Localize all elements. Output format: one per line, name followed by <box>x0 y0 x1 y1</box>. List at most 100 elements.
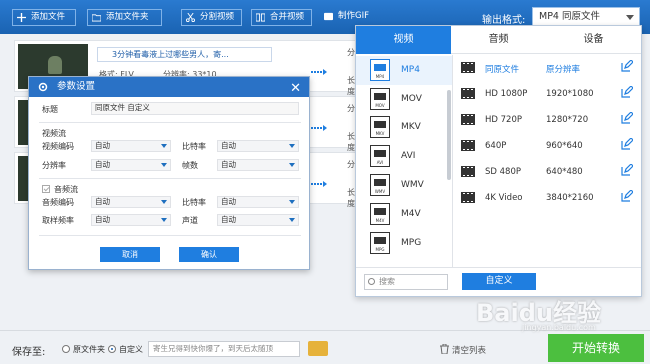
clear-list-label: 清空列表 <box>452 346 487 356</box>
make-gif-button[interactable]: 制作GIF <box>320 9 384 26</box>
format-name: M4V <box>401 209 421 219</box>
fps-label: 帧数 <box>182 161 198 170</box>
edit-icon[interactable] <box>621 112 633 124</box>
mkv-file-icon: MKV <box>370 116 390 138</box>
film-icon <box>461 192 475 203</box>
gif-icon <box>324 12 333 21</box>
confirm-button[interactable]: 确认 <box>179 247 239 262</box>
format-item-m4v[interactable]: M4V M4V <box>356 200 452 229</box>
video-stream-heading: 视频流 <box>42 129 66 138</box>
fps-value: 自动 <box>221 160 236 169</box>
channel-value: 自动 <box>221 215 236 224</box>
merge-icon <box>256 13 265 22</box>
film-icon <box>461 166 475 177</box>
save-path-input[interactable]: 寄生兄得到快你爆了，到天后太随顶 <box>148 341 300 357</box>
folder-icon[interactable] <box>308 341 328 356</box>
title-input[interactable]: 同原文件 自定义 <box>91 102 299 115</box>
format-name: MKV <box>401 122 421 132</box>
edit-icon[interactable] <box>621 86 633 98</box>
video-codec-value: 自动 <box>95 141 110 150</box>
sample-rate-select[interactable]: 自动 <box>91 214 171 226</box>
audio-stream-checkbox[interactable] <box>42 185 50 193</box>
format-item-avi[interactable]: AVI AVI <box>356 142 452 171</box>
clear-list-button[interactable]: 清空列表 <box>440 344 486 356</box>
mov-file-icon: MOV <box>370 88 390 110</box>
output-format-value: MP4 同原文件 <box>539 11 600 22</box>
add-folder-button[interactable]: 添加文件夹 <box>87 9 162 26</box>
edit-icon[interactable] <box>621 190 633 202</box>
resolution-item[interactable]: 640P 960*640 <box>461 134 636 160</box>
edit-icon[interactable] <box>621 138 633 150</box>
video-codec-label: 视频编码 <box>42 142 74 151</box>
make-gif-label: 制作GIF <box>338 11 369 21</box>
tab-audio[interactable]: 音频 <box>451 26 546 54</box>
audio-codec-select[interactable]: 自动 <box>91 196 171 208</box>
resolution-item[interactable]: 4K Video 3840*2160 <box>461 186 636 212</box>
format-item-mp4[interactable]: MP4 MP4 <box>356 56 452 85</box>
arrow-right-icon <box>311 69 327 75</box>
close-icon[interactable]: ✕ <box>290 79 301 99</box>
bitrate-select[interactable]: 自动 <box>217 140 299 152</box>
audio-stream-heading: 音频流 <box>54 185 78 194</box>
format-list-scrollbar[interactable] <box>447 90 451 180</box>
radio-original-folder-label: 原文件夹 <box>73 345 105 354</box>
custom-format-button[interactable]: 自定义 <box>462 273 536 290</box>
folder-icon <box>92 14 101 22</box>
gear-icon <box>38 82 48 92</box>
resolution-name: 640P <box>485 141 507 151</box>
edit-icon[interactable] <box>621 164 633 176</box>
resolution-item[interactable]: 同原文件 原分辨率 <box>461 56 636 82</box>
save-to-label: 保存至: <box>12 347 46 358</box>
video-codec-select[interactable]: 自动 <box>91 140 171 152</box>
cancel-button[interactable]: 取消 <box>100 247 160 262</box>
output-format-select[interactable]: MP4 同原文件 <box>532 7 640 27</box>
chevron-down-icon <box>289 218 295 222</box>
file-title-text: 3分钟看毒液上过哪些男人，寄... <box>112 50 229 59</box>
arrow-right-icon <box>311 181 327 187</box>
resolution-select[interactable]: 自动 <box>91 159 171 171</box>
resolution-value: 960*640 <box>546 141 583 151</box>
tab-device[interactable]: 设备 <box>546 26 641 54</box>
chevron-down-icon <box>161 218 167 222</box>
split-video-button[interactable]: 分割视频 <box>181 9 242 26</box>
resolution-name: 4K Video <box>485 193 523 203</box>
merge-video-button[interactable]: 合并视频 <box>251 9 312 26</box>
params-dialog-header: 参数设置 ✕ <box>29 77 309 97</box>
format-search-input[interactable]: 搜索 <box>364 274 448 290</box>
add-file-button[interactable]: 添加文件 <box>12 9 76 26</box>
output-info: 分 <box>347 48 355 57</box>
format-item-mov[interactable]: MOV MOV <box>356 85 452 114</box>
format-name: MPG <box>401 238 422 248</box>
audio-bitrate-select[interactable]: 自动 <box>217 196 299 208</box>
radio-custom[interactable]: 自定义 <box>108 344 143 355</box>
file-title[interactable]: 3分钟看毒液上过哪些男人，寄... <box>97 47 272 62</box>
bitrate-value: 自动 <box>221 141 236 150</box>
radio-original-folder[interactable]: 原文件夹 <box>62 344 105 355</box>
resolution-label: 分辨率 <box>42 161 66 170</box>
baidu-watermark: Baidu经验 jingyan.baidu.com <box>476 293 636 337</box>
fps-select[interactable]: 自动 <box>217 159 299 171</box>
format-item-mpg[interactable]: MPG MPG <box>356 229 452 258</box>
format-name: MP4 <box>401 65 420 75</box>
resolution-value: 1280*720 <box>546 115 589 125</box>
resolution-item[interactable]: HD 1080P 1920*1080 <box>461 82 636 108</box>
tab-video[interactable]: 视频 <box>356 26 451 54</box>
chevron-down-icon <box>161 163 167 167</box>
format-name: AVI <box>401 151 416 161</box>
format-item-mkv[interactable]: MKV MKV <box>356 113 452 142</box>
add-file-label: 添加文件 <box>31 12 66 22</box>
channel-select[interactable]: 自动 <box>217 214 299 226</box>
format-panel-footer: 搜索 自定义 <box>356 267 641 296</box>
divider <box>39 235 301 236</box>
trash-icon <box>440 344 449 354</box>
chevron-down-icon <box>289 200 295 204</box>
title-label: 标题 <box>42 105 58 114</box>
resolution-item[interactable]: SD 480P 640*480 <box>461 160 636 186</box>
edit-icon[interactable] <box>621 60 633 72</box>
radio-dot <box>62 345 70 353</box>
radio-custom-label: 自定义 <box>119 345 143 354</box>
merge-video-label: 合并视频 <box>270 12 305 22</box>
format-item-wmv[interactable]: WMV WMV <box>356 171 452 200</box>
resolution-item[interactable]: HD 720P 1280*720 <box>461 108 636 134</box>
start-convert-button[interactable]: 开始转换 <box>548 334 644 362</box>
